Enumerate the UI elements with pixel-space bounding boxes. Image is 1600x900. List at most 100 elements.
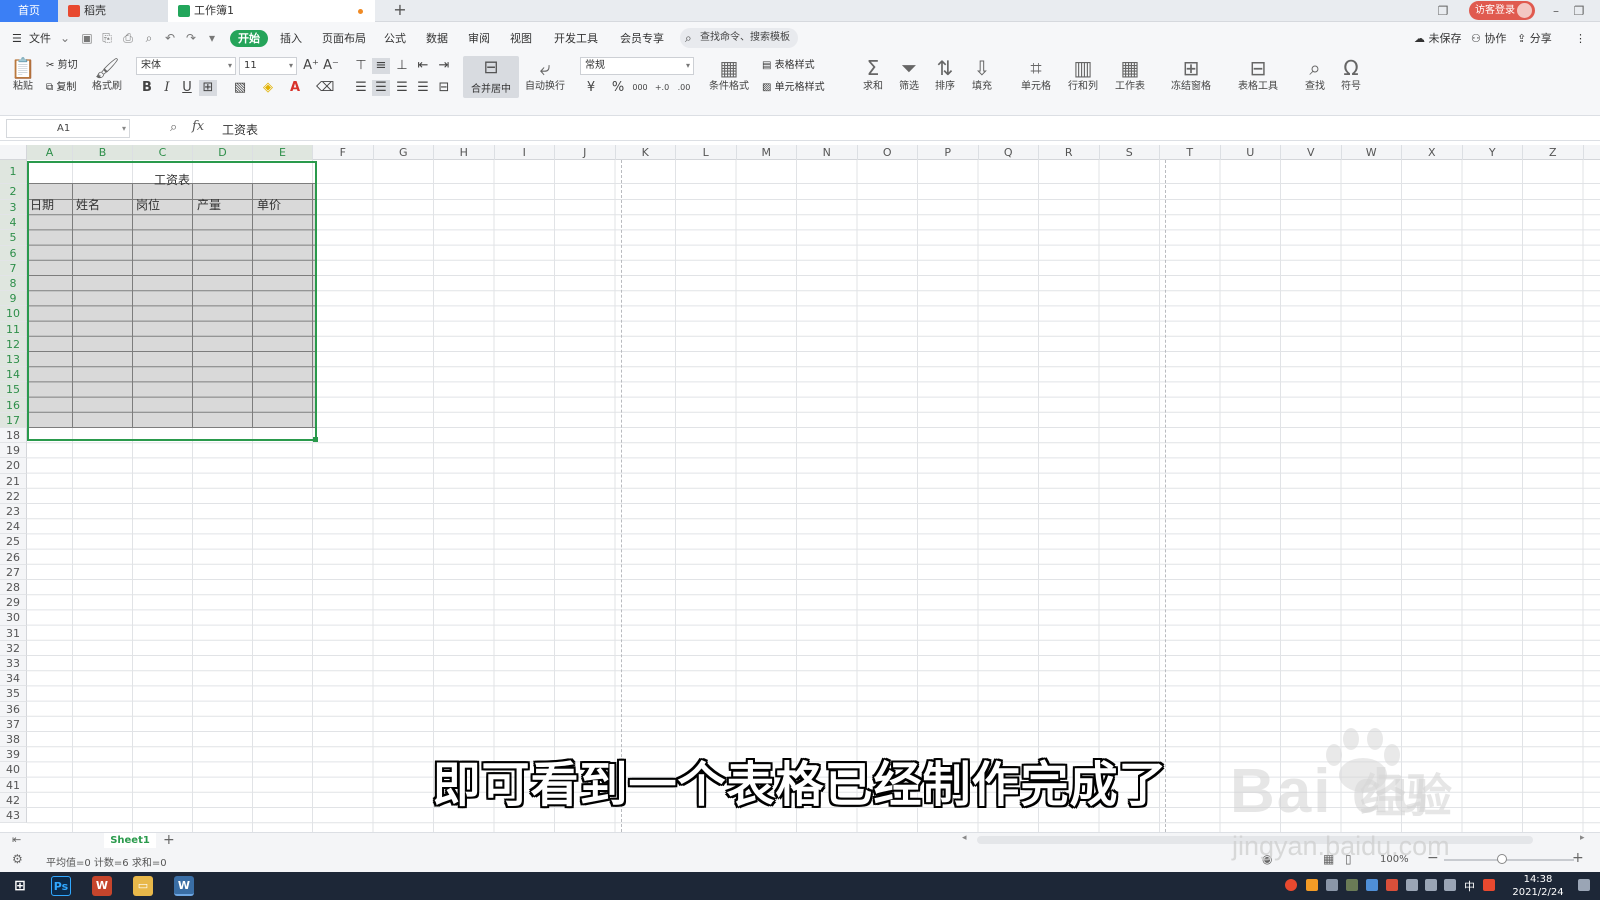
menu-start[interactable]: 开始 [230,30,268,47]
column-header-q[interactable]: Q [979,145,1039,160]
chevron-down-icon[interactable]: ⌄ [58,31,72,45]
column-header-o[interactable]: O [858,145,918,160]
menu-file[interactable]: 文件 [29,30,51,47]
filter-button[interactable]: ⏷ 筛选 [894,56,924,94]
column-header-r[interactable]: R [1039,145,1100,160]
volume-icon[interactable] [1444,879,1456,891]
shield-icon[interactable] [1366,879,1378,891]
redo-icon[interactable]: ↷ [184,31,198,45]
column-header-t[interactable]: T [1160,145,1221,160]
justify-icon[interactable]: ☰ [414,80,432,96]
tray-app-icon[interactable] [1346,879,1358,891]
save-icon[interactable]: ▣ [80,31,94,45]
name-box[interactable]: A1 ▾ [6,119,130,138]
thousands-button[interactable]: 000 [630,80,650,96]
column-header-y[interactable]: Y [1463,145,1523,160]
scroll-left-icon[interactable]: ◂ [962,833,967,843]
sort-button[interactable]: ⇅ 排序 [930,56,960,94]
bold-button[interactable]: B [138,80,156,96]
row-header-13[interactable]: 13 [0,352,27,368]
menu-developer[interactable]: 开发工具 [554,30,598,47]
column-header-b[interactable]: B [73,145,133,160]
row-header-12[interactable]: 12 [0,336,27,352]
scroll-right-icon[interactable]: ▸ [1580,833,1585,843]
row-header-3[interactable]: 3 [0,200,27,216]
row-header-2[interactable]: 2 [0,184,27,200]
visitor-login-button[interactable]: 访客登录 [1469,1,1535,20]
minimize-icon[interactable]: – [1545,0,1567,22]
layout-icon[interactable]: ❐ [1432,0,1454,22]
tab-workbook[interactable]: 工作簿1 [168,0,375,22]
copy-button[interactable]: ⧉ 复制 [46,80,76,96]
wrap-text-button[interactable]: ⤶ 自动换行 [522,56,568,94]
usb-icon[interactable] [1406,879,1418,891]
column-header-a[interactable]: A [27,145,73,160]
conditional-format-button[interactable]: ▦ 条件格式 [704,56,754,94]
export-icon[interactable]: ⎘ [100,31,114,45]
column-header-m[interactable]: M [737,145,797,160]
column-header-u[interactable]: U [1221,145,1281,160]
decrease-font-icon[interactable]: A⁻ [322,58,340,74]
row-header-34[interactable]: 34 [0,671,27,687]
zoom-formula-icon[interactable]: ⌕ [170,120,177,135]
underline-button[interactable]: U [178,80,196,96]
sheet-nav-icon[interactable]: ⇤ [12,833,21,846]
column-header-i[interactable]: I [495,145,555,160]
distribute-icon[interactable]: ⊟ [435,80,453,96]
column-header-n[interactable]: N [797,145,858,160]
currency-button[interactable]: ¥ [582,80,600,96]
row-header-29[interactable]: 29 [0,595,27,611]
cell-fill-pattern-icon[interactable]: ▧ [231,80,249,96]
row-header-17[interactable]: 17 [0,412,27,428]
tray-app-icon[interactable] [1306,879,1318,891]
row-header-5[interactable]: 5 [0,230,27,246]
column-header-w[interactable]: W [1342,145,1402,160]
percent-button[interactable]: % [609,80,627,96]
wps-spreadsheet-taskbar-icon[interactable]: W [174,876,194,896]
align-top-icon[interactable]: ⊤ [352,58,370,74]
row-header-37[interactable]: 37 [0,716,27,732]
fx-icon[interactable]: fx [192,119,204,134]
column-header-l[interactable]: L [676,145,737,160]
table-style-button[interactable]: ▤ 表格样式 [762,58,815,74]
file-explorer-icon[interactable]: ▭ [133,876,153,896]
column-header-k[interactable]: K [616,145,676,160]
row-header-22[interactable]: 22 [0,488,27,504]
outdent-icon[interactable]: ⇤ [414,58,432,74]
column-header-g[interactable]: G [374,145,434,160]
increase-decimal-button[interactable]: +.0 [652,80,672,96]
column-header-s[interactable]: S [1100,145,1160,160]
column-header-x[interactable]: X [1402,145,1463,160]
freeze-panes-button[interactable]: ⊞ 冻结窗格 [1166,56,1216,94]
cell-button[interactable]: ⌗ 单元格 [1016,56,1056,94]
ime-indicator[interactable]: 中 [1464,878,1475,894]
tray-app-icon[interactable] [1386,879,1398,891]
row-header-26[interactable]: 26 [0,549,27,565]
row-header-24[interactable]: 24 [0,519,27,535]
zoom-slider-knob[interactable] [1497,854,1507,864]
row-header-15[interactable]: 15 [0,382,27,398]
format-painter-button[interactable]: 🖌 格式刷 [90,56,124,94]
row-header-31[interactable]: 31 [0,625,27,641]
restore-icon[interactable]: ❐ [1568,0,1590,22]
row-header-30[interactable]: 30 [0,610,27,626]
column-header-p[interactable]: P [918,145,979,160]
more-icon[interactable]: ⋮ [1575,30,1586,47]
cell-style-button[interactable]: ▨ 单元格样式 [762,80,825,96]
row-header-28[interactable]: 28 [0,580,27,596]
align-right-icon[interactable]: ☰ [393,80,411,96]
find-button[interactable]: ⌕ 查找 [1300,56,1330,94]
increase-font-icon[interactable]: A⁺ [302,58,320,74]
fill-handle[interactable] [313,437,318,442]
formula-input[interactable]: 工资表 [222,121,258,138]
select-all-corner[interactable] [0,145,27,160]
worksheet-button[interactable]: ▦ 工作表 [1110,56,1150,94]
collab-button[interactable]: ⚇ 协作 [1471,30,1506,47]
new-tab-button[interactable]: + [390,0,410,22]
windows-start-icon[interactable]: ⊞ [10,876,30,896]
menu-formula[interactable]: 公式 [384,30,406,47]
menu-data[interactable]: 数据 [426,30,448,47]
macro-icon[interactable]: ⚙ [12,852,23,866]
hamburger-icon[interactable]: ☰ [12,30,22,47]
menu-insert[interactable]: 插入 [280,30,302,47]
